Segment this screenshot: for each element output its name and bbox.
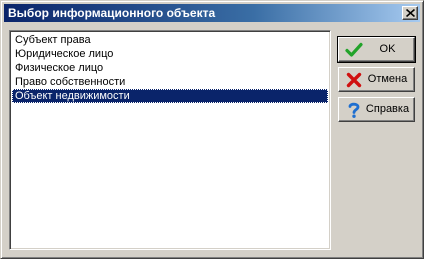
close-icon <box>406 9 415 17</box>
cancel-button[interactable]: Отмена <box>338 67 415 92</box>
list-item-selected[interactable]: Объект недвижимости <box>12 89 328 103</box>
help-button[interactable]: Справка <box>338 97 415 122</box>
checkmark-icon <box>345 42 363 57</box>
object-listbox[interactable]: Субъект права Юридическое лицо Физическо… <box>9 30 331 250</box>
ok-button-label: OK <box>379 43 396 55</box>
title-bar[interactable]: Выбор информационного объекта <box>4 4 420 22</box>
list-item[interactable]: Право собственности <box>12 75 328 89</box>
red-x-icon <box>346 72 362 88</box>
cancel-button-label: Отмена <box>367 73 408 85</box>
help-button-label: Справка <box>365 103 410 115</box>
list-item[interactable]: Физическое лицо <box>12 61 328 75</box>
list-item[interactable]: Юридическое лицо <box>12 47 328 61</box>
list-item[interactable]: Субъект права <box>12 33 328 47</box>
question-mark-icon <box>348 102 360 118</box>
ok-button[interactable]: OK <box>337 36 416 63</box>
window-title: Выбор информационного объекта <box>8 6 216 20</box>
close-button[interactable] <box>402 6 418 20</box>
dialog-window: Выбор информационного объекта Субъект пр… <box>0 0 424 259</box>
object-list: Субъект права Юридическое лицо Физическо… <box>12 33 328 103</box>
